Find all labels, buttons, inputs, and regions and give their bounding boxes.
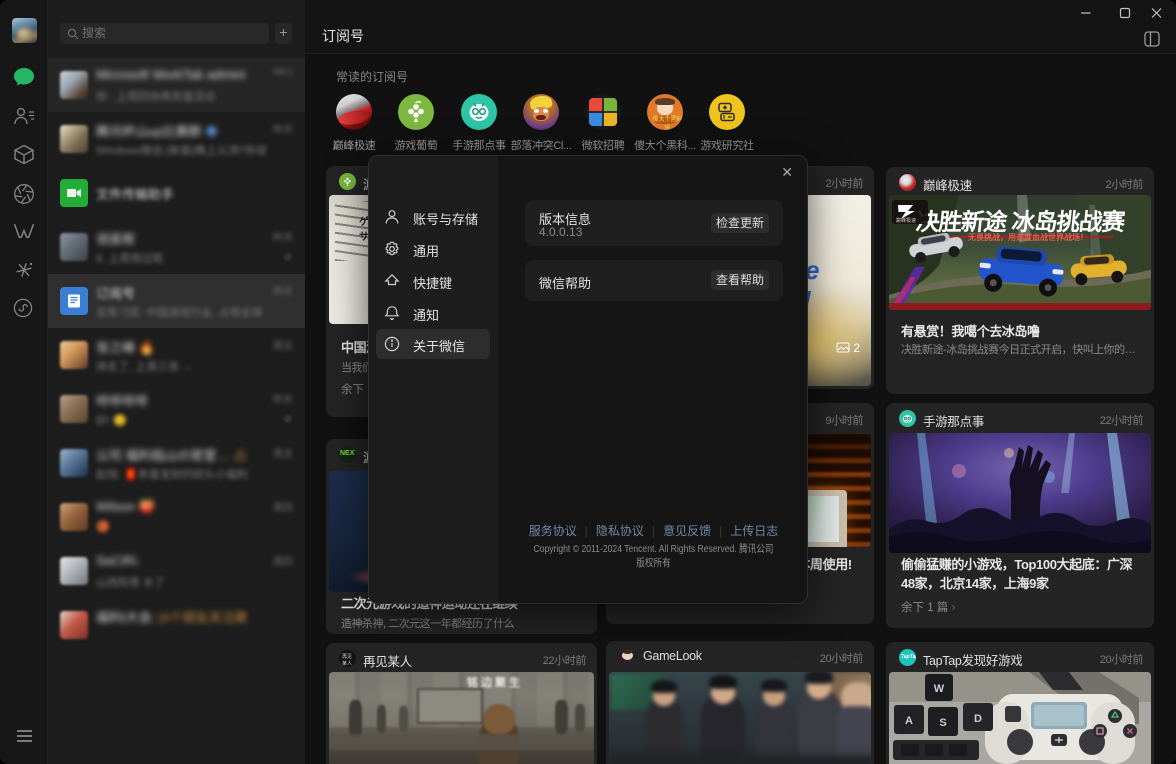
svg-text:A: A [905, 715, 913, 727]
svg-text:D: D [974, 713, 982, 725]
svg-text:无畏挑战，用速度血战世界战场！: 无畏挑战，用速度血战世界战场！ [967, 232, 1088, 242]
svg-text:S: S [939, 717, 946, 729]
svg-text:决胜新途 冰岛挑战赛: 决胜新途 冰岛挑战赛 [915, 208, 1127, 235]
svg-text:W: W [934, 683, 945, 695]
svg-text:巅峰极速: 巅峰极速 [896, 217, 916, 224]
